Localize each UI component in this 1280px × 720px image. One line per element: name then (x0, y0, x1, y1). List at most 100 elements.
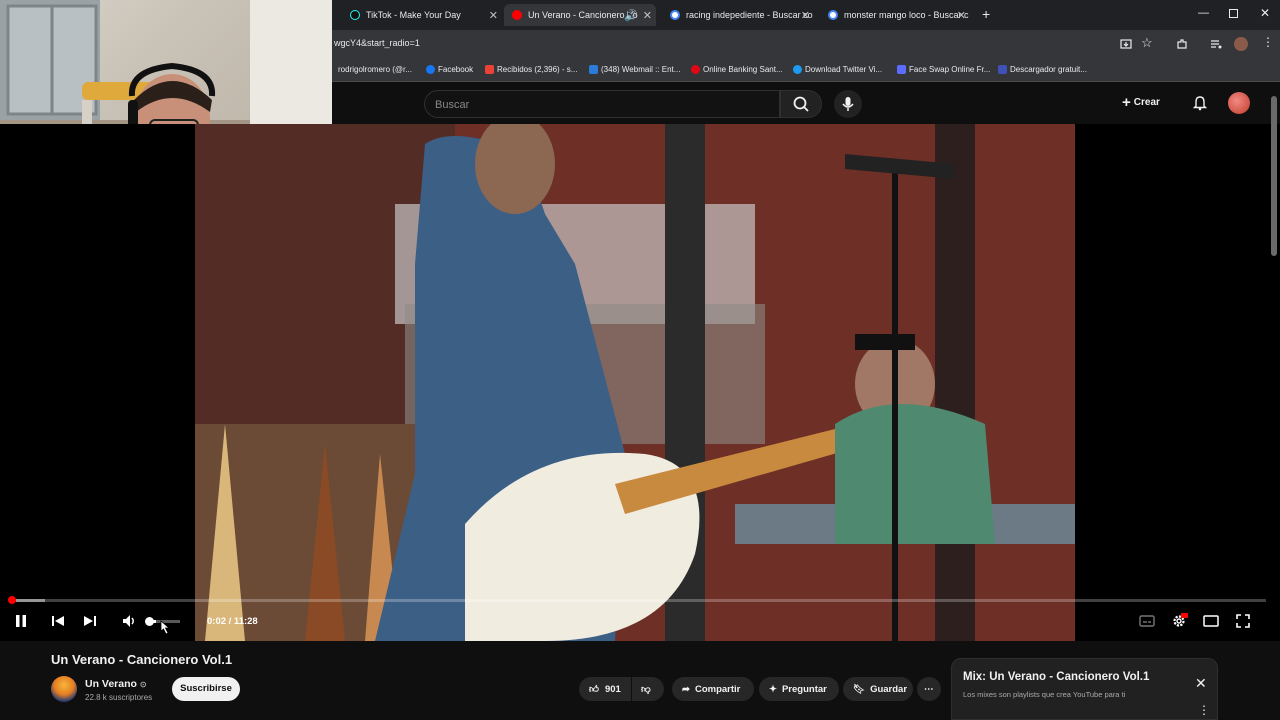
tab-google-monster[interactable]: monster mango loco - Buscar c ✕ (820, 4, 970, 26)
pause-icon[interactable] (12, 612, 30, 630)
theater-mode-icon[interactable] (1202, 612, 1220, 630)
save-label: Guardar (870, 683, 908, 695)
google-icon (828, 10, 838, 20)
create-label: Crear (1133, 97, 1160, 108)
extensions-icon[interactable] (1176, 38, 1188, 50)
volume-knob[interactable] (145, 617, 154, 626)
progress-scrubber[interactable] (8, 596, 16, 604)
bookmark-item[interactable]: Recibidos (2,396) - s... (485, 65, 577, 74)
sparkle-icon: ✦ (769, 683, 777, 695)
menu-kebab-icon[interactable]: ⋮ (1262, 35, 1274, 49)
tab-label: TikTok - Make Your Day (366, 10, 461, 20)
video-player[interactable] (0, 124, 1280, 641)
bookmark-item[interactable]: Descargador gratuit... (998, 65, 1087, 74)
bookmark-label: rodrigolromero (@r... (338, 65, 412, 74)
bookmark-label: Online Banking Sant... (703, 65, 783, 74)
search-button[interactable] (780, 90, 822, 118)
download-icon (793, 65, 802, 74)
bookmark-label: Descargador gratuit... (1010, 65, 1087, 74)
share-arrow-icon: ➦ (682, 683, 690, 695)
url-text[interactable]: wgcY4&start_radio=1 (334, 38, 420, 48)
subscriber-count: 22.8 k suscriptores (85, 693, 153, 702)
profile-avatar[interactable] (1234, 37, 1248, 51)
account-avatar[interactable] (1228, 92, 1250, 114)
close-window-icon[interactable]: ✕ (1260, 6, 1270, 20)
search-icon (793, 96, 809, 112)
bookmark-label: Facebook (438, 65, 474, 74)
video-title: Un Verano - Cancionero Vol.1 (51, 652, 233, 667)
speaker-icon[interactable]: 🔊 (624, 9, 638, 22)
facebook-icon (426, 65, 435, 74)
youtube-header: Buscar + Crear (332, 82, 1280, 124)
subscribe-button[interactable]: Suscribirse (172, 677, 240, 701)
scrollbar[interactable] (1271, 96, 1277, 256)
mix-title: Mix: Un Verano - Cancionero Vol.1 (963, 671, 1150, 683)
search-input[interactable]: Buscar (424, 90, 780, 118)
share-button[interactable]: ➦ Compartir (672, 677, 754, 701)
bookmark-item[interactable]: Online Banking Sant... (691, 65, 783, 74)
next-icon[interactable] (81, 612, 99, 630)
tiktok-icon (350, 10, 360, 20)
bookmark-item[interactable]: Facebook (426, 65, 473, 74)
progress-bar[interactable] (12, 599, 1266, 602)
minimize-icon[interactable]: — (1198, 7, 1209, 19)
ask-label: Preguntar (781, 683, 827, 695)
bookmark-label: Recibidos (2,396) - s... (497, 65, 578, 74)
install-app-icon[interactable] (1120, 38, 1132, 50)
bookmark-label: Face Swap Online Fr... (909, 65, 991, 74)
tab-google-racing[interactable]: racing indepediente - Buscar co ✕ (662, 4, 814, 26)
verified-icon: ⊙ (139, 680, 147, 689)
fullscreen-icon[interactable] (1234, 612, 1252, 630)
close-icon[interactable]: ✕ (1195, 675, 1207, 692)
voice-search-button[interactable] (834, 90, 862, 118)
santander-icon (691, 65, 700, 74)
channel-avatar[interactable] (51, 676, 77, 702)
close-icon[interactable]: ✕ (801, 9, 810, 22)
bookmark-star-icon[interactable]: ☆ (1141, 35, 1153, 51)
tab-tiktok[interactable]: TikTok - Make Your Day ✕ (342, 4, 502, 26)
notifications-bell-icon[interactable] (1192, 95, 1208, 111)
restore-icon[interactable] (1229, 9, 1238, 18)
bookmark-icon: 🔖︎ (853, 683, 866, 695)
tab-youtube-active[interactable]: Un Verano - Cancionero Vo 🔊 ✕ (504, 4, 656, 26)
bookmarks-bar: rodrigolromero (@r... Facebook Recibidos… (332, 58, 1280, 82)
webmail-icon (589, 65, 598, 74)
save-button[interactable]: 🔖︎ Guardar (843, 677, 913, 701)
bookmark-item[interactable]: Face Swap Online Fr... (897, 65, 990, 74)
subtitles-icon[interactable] (1138, 612, 1156, 630)
like-count: 901 (604, 683, 621, 695)
gmail-icon (485, 65, 494, 74)
bookmark-item[interactable]: rodrigolromero (@r... (338, 65, 412, 74)
youtube-icon (512, 10, 522, 20)
like-button[interactable]: 👍︎ 901 (579, 677, 631, 701)
dislike-button[interactable]: 👎︎ (632, 677, 664, 701)
volume-icon[interactable] (120, 612, 138, 630)
close-icon[interactable]: ✕ (957, 9, 966, 22)
settings-gear-icon[interactable] (1170, 612, 1188, 630)
previous-icon[interactable] (49, 612, 67, 630)
bookmark-label: Download Twitter Vi... (805, 65, 883, 74)
bookmark-label: (348) Webmail :: Ent... (601, 65, 681, 74)
more-vertical-icon[interactable]: ⋮ (1198, 703, 1210, 717)
more-actions-button[interactable]: ⋯ (917, 677, 941, 701)
channel-name-text: Un Verano (85, 678, 137, 690)
mix-playlist-panel: Mix: Un Verano - Cancionero Vol.1 Los mi… (951, 658, 1218, 720)
new-tab-icon[interactable]: + (982, 6, 990, 22)
media-control-icon[interactable] (1210, 38, 1222, 50)
address-bar[interactable]: wgcY4&start_radio=1 ☆ ⋮ (332, 30, 1280, 58)
bookmark-item[interactable]: Download Twitter Vi... (793, 65, 882, 74)
google-icon (670, 10, 680, 20)
create-button[interactable]: + Crear (1122, 94, 1160, 111)
mouse-cursor-icon (160, 620, 171, 635)
bookmark-item[interactable]: (348) Webmail :: Ent... (589, 65, 680, 74)
close-icon[interactable]: ✕ (643, 9, 652, 22)
video-frame[interactable] (195, 124, 1075, 641)
downloader-icon (998, 65, 1007, 74)
channel-name[interactable]: Un Verano ⊙ (85, 678, 147, 690)
ask-button[interactable]: ✦ Preguntar (759, 677, 839, 701)
share-label: Compartir (694, 683, 741, 695)
thumbs-up-icon: 👍︎ (589, 684, 599, 695)
close-icon[interactable]: ✕ (489, 9, 498, 22)
tab-label: monster mango loco - Buscar c (844, 10, 969, 20)
face-swap-icon (897, 65, 906, 74)
